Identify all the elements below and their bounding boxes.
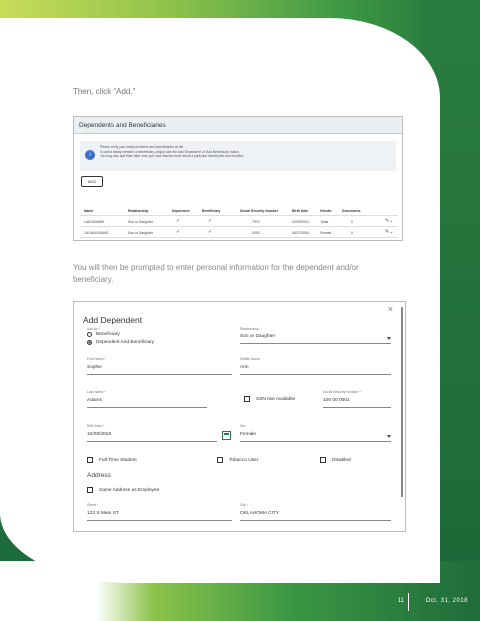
sex-underline — [240, 441, 391, 442]
tobacco-user-label: Tobacco User — [229, 458, 259, 463]
radio-both-label: Dependent And Beneficiary — [96, 340, 155, 345]
col-relationship: Relationship — [128, 209, 149, 213]
middle-name-underline — [240, 374, 391, 375]
edit-icon[interactable]: ✎⌄ — [385, 218, 393, 224]
street-underline — [87, 520, 232, 521]
dependents-panel-screenshot: Dependents and Beneficiaries i Please ve… — [73, 116, 403, 241]
add-dependent-dialog: × Add Dependent Add As * Beneficiary Dep… — [73, 301, 406, 532]
cell-ssn: 7970 — [252, 220, 260, 224]
table-row[interactable]: LIAN ADAMS Son or Daughter ✓ ✓ 7970 12/2… — [80, 216, 398, 227]
cell-documents: 0 — [351, 220, 353, 224]
disabled-checkbox[interactable] — [320, 457, 326, 463]
middle-name-field[interactable]: Ann — [240, 365, 249, 370]
close-icon[interactable]: × — [388, 304, 393, 314]
dependents-table: Name Relationship Dependent Beneficiary … — [80, 205, 398, 238]
last-name-field[interactable]: Adams — [87, 398, 102, 403]
col-gender: Gender — [320, 209, 332, 213]
footer-date: Oct. 31, 2018 — [425, 598, 468, 604]
radio-beneficiary[interactable] — [87, 332, 92, 337]
first-name-label: First Name * — [87, 357, 106, 361]
full-time-student-checkbox[interactable] — [87, 457, 93, 463]
city-underline — [240, 520, 391, 521]
info-box: i Please verify your family members and … — [80, 141, 396, 171]
relationship-underline — [240, 343, 391, 344]
birth-date-field[interactable]: 10/28/2018 — [87, 432, 111, 437]
sex-label: Sex — [240, 424, 246, 428]
ssn-not-available-checkbox[interactable] — [244, 396, 250, 402]
radio-beneficiary-label: Beneficiary — [96, 332, 120, 337]
scrollbar[interactable] — [401, 307, 403, 497]
cell-birth-date: 08/27/2004 — [292, 231, 309, 235]
sex-select[interactable]: Female — [240, 432, 256, 437]
last-name-label: Last Name * — [87, 390, 106, 394]
footer-divider — [408, 593, 409, 611]
birth-date-label: Birth Date * — [87, 424, 105, 428]
same-address-label: Same Address as Employee — [99, 488, 160, 493]
table-row[interactable]: JULIAN ADAMS Son or Daughter ✓ ✓ 0000 08… — [80, 227, 398, 238]
info-line: You may also add them later once you hav… — [100, 154, 244, 158]
street-field[interactable]: 123 S Main ST — [87, 511, 119, 516]
last-name-underline — [87, 407, 207, 408]
info-icon: i — [85, 150, 95, 160]
check-icon: ✓ — [208, 229, 213, 235]
cell-name: LIAN ADAMS — [84, 220, 105, 224]
page-number: 11 — [397, 598, 404, 604]
street-label: Street * — [87, 503, 99, 507]
cell-name: JULIAN ADAMS — [84, 231, 109, 235]
tobacco-user-checkbox[interactable] — [217, 457, 223, 463]
radio-dependent-and-beneficiary[interactable] — [87, 340, 92, 345]
col-dependent: Dependent — [172, 209, 190, 213]
cell-documents: 0 — [351, 231, 353, 235]
relationship-label: Relationship — [240, 327, 259, 331]
panel-title: Dependents and Beneficiaries — [74, 117, 402, 134]
dialog-title: Add Dependent — [83, 315, 143, 325]
birth-date-underline — [87, 441, 217, 442]
chevron-down-icon[interactable] — [387, 435, 391, 438]
chevron-down-icon[interactable] — [387, 337, 391, 340]
cell-gender: Male — [321, 220, 329, 224]
col-ssn: Social Security Number — [240, 209, 279, 213]
instruction-enter-info: You will then be prompted to enter perso… — [73, 263, 359, 284]
disabled-label: Disabled — [332, 458, 351, 463]
first-name-underline — [87, 374, 232, 375]
relationship-select[interactable]: Son or Daughter — [240, 334, 275, 339]
city-field[interactable]: OKLAHOMA CITY — [240, 511, 279, 516]
check-icon: ✓ — [208, 218, 213, 224]
cell-gender: Female — [320, 231, 332, 235]
col-birth-date: Birth Date — [292, 209, 309, 213]
edit-icon[interactable]: ✎⌄ — [385, 229, 393, 235]
col-name: Name — [84, 209, 94, 213]
col-beneficiary: Beneficiary — [202, 209, 221, 213]
same-address-checkbox[interactable] — [87, 487, 93, 493]
ssn-not-available-label: SSN Not Available — [256, 397, 296, 402]
address-heading: Address — [87, 472, 111, 479]
check-icon: ✓ — [176, 218, 181, 224]
check-icon: ✓ — [176, 229, 181, 235]
add-button[interactable]: ADD — [81, 176, 103, 187]
ssn-field[interactable]: 100 00 0001 — [323, 398, 350, 403]
cell-relationship: Son or Daughter — [128, 220, 153, 224]
table-header: Name Relationship Dependent Beneficiary … — [80, 205, 398, 216]
cell-relationship: Son or Daughter — [128, 231, 153, 235]
instruction-click-add: Then, click “Add.” — [73, 87, 136, 96]
ssn-underline — [323, 407, 391, 408]
city-label: City * — [240, 503, 249, 507]
col-documents: Documents — [342, 209, 361, 213]
first-name-field[interactable]: Sophie — [87, 365, 102, 370]
add-as-label: Add As * — [87, 327, 101, 331]
full-time-student-label: Full-Time Student — [99, 458, 137, 463]
middle-name-label: Middle Name — [240, 357, 260, 361]
ssn-label: Social Security Number * — [323, 390, 361, 394]
cell-ssn: 0000 — [252, 231, 260, 235]
cell-birth-date: 12/20/2001 — [292, 220, 309, 224]
calendar-icon[interactable] — [222, 431, 231, 440]
